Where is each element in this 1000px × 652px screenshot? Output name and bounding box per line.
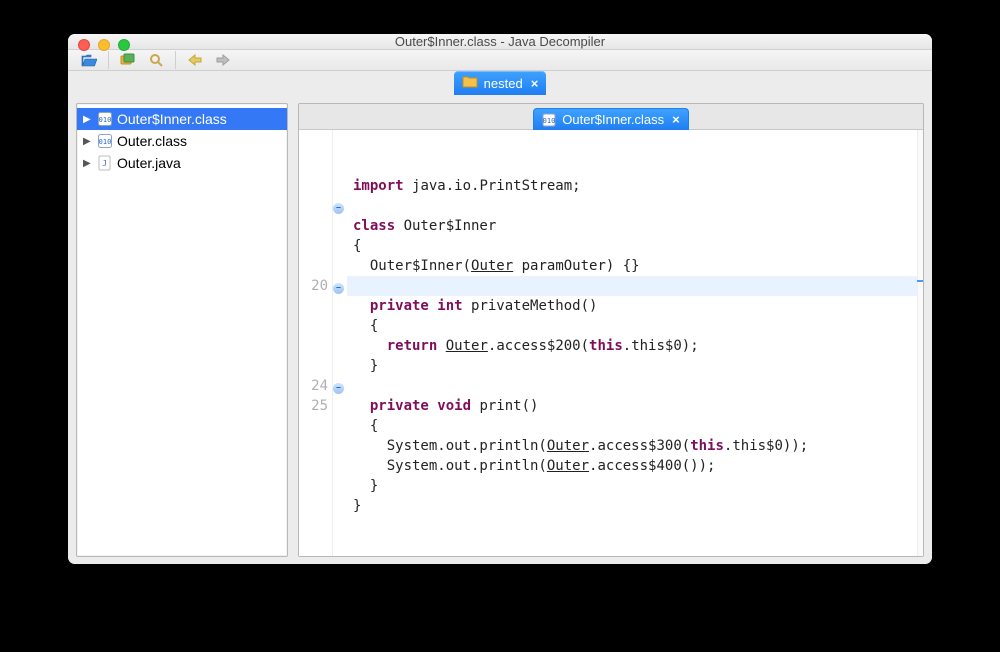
svg-text:010: 010 [543,117,556,125]
line-number-gutter: 20 2425 [299,130,333,556]
project-tab-strip: nested × [68,71,932,95]
svg-text:J: J [102,159,107,168]
line-number [299,456,328,476]
file-tree-pane: ▶ 010 Outer$Inner.class ▶ 010 Outer.class ▶ J Ou… [76,103,288,557]
line-number [299,416,328,436]
code-editor[interactable]: 20 2425 − − − import java.io.PrintStream; c… [299,130,923,556]
tree-item[interactable]: ▶ 010 Outer$Inner.class [77,108,287,130]
class-file-icon: 010 [542,113,556,127]
toolbar-separator [108,51,109,69]
arrow-right-icon [216,54,230,66]
editor-tab-label: Outer$Inner.class [562,112,664,127]
tree-item-label: Outer.java [117,155,181,171]
overview-ruler [917,130,923,556]
class-file-icon: 010 [97,133,113,149]
nav-back-button[interactable] [184,50,206,70]
project-tab-label: nested [484,76,523,91]
search-button[interactable] [145,50,167,70]
line-number [299,156,328,176]
editor-tab-strip: 010 Outer$Inner.class × [299,104,923,130]
line-number: 25 [299,396,328,416]
line-number [299,256,328,276]
editor-pane: 010 Outer$Inner.class × 20 2425 − − − impor… [298,103,924,557]
workspace: ▶ 010 Outer$Inner.class ▶ 010 Outer.class ▶ J Ou… [68,95,932,564]
search-icon [149,53,163,67]
folder-open-icon [81,53,97,67]
code-content: import java.io.PrintStream; class Outer$… [347,130,917,556]
close-icon[interactable]: × [672,112,680,127]
line-number [299,356,328,376]
tree-item[interactable]: ▶ 010 Outer.class [77,130,287,152]
toolbar [68,50,932,71]
line-number: 24 [299,376,328,396]
line-number [299,316,328,336]
class-file-icon: 010 [97,111,113,127]
line-number [299,436,328,456]
fold-toggle-icon[interactable]: − [333,283,344,294]
close-window-button[interactable] [78,39,90,51]
line-number: 20 [299,276,328,296]
fold-toggle-icon[interactable]: − [333,203,344,214]
file-tree: ▶ 010 Outer$Inner.class ▶ 010 Outer.class ▶ J Ou… [77,104,287,178]
open-project-button[interactable] [117,50,139,70]
project-tab[interactable]: nested × [454,71,547,95]
line-number [299,196,328,216]
fold-gutter: − − − [333,130,347,556]
arrow-left-icon [188,54,202,66]
traffic-lights [78,39,130,51]
editor-tab[interactable]: 010 Outer$Inner.class × [533,108,688,130]
toolbar-separator [175,51,176,69]
overview-mark [917,280,923,282]
svg-text:010: 010 [99,138,112,146]
chevron-right-icon: ▶ [83,158,93,169]
line-number [299,296,328,316]
folders-icon [119,53,137,67]
titlebar: Outer$Inner.class - Java Decompiler [68,34,932,50]
minimize-window-button[interactable] [98,39,110,51]
line-number [299,136,328,156]
svg-text:010: 010 [99,116,112,124]
close-icon[interactable]: × [531,76,539,91]
app-window: Outer$Inner.class - Java Decompiler [68,34,932,564]
chevron-right-icon: ▶ [83,136,93,147]
open-file-button[interactable] [78,50,100,70]
chevron-right-icon: ▶ [83,114,93,125]
folder-icon [462,75,478,91]
zoom-window-button[interactable] [118,39,130,51]
nav-forward-button[interactable] [212,50,234,70]
line-number [299,176,328,196]
window-title: Outer$Inner.class - Java Decompiler [68,34,932,49]
line-number [299,216,328,236]
fold-toggle-icon[interactable]: − [333,383,344,394]
java-file-icon: J [97,155,113,171]
line-number [299,236,328,256]
tree-item[interactable]: ▶ J Outer.java [77,152,287,174]
tree-item-label: Outer$Inner.class [117,111,227,127]
tree-item-label: Outer.class [117,133,187,149]
line-number [299,336,328,356]
